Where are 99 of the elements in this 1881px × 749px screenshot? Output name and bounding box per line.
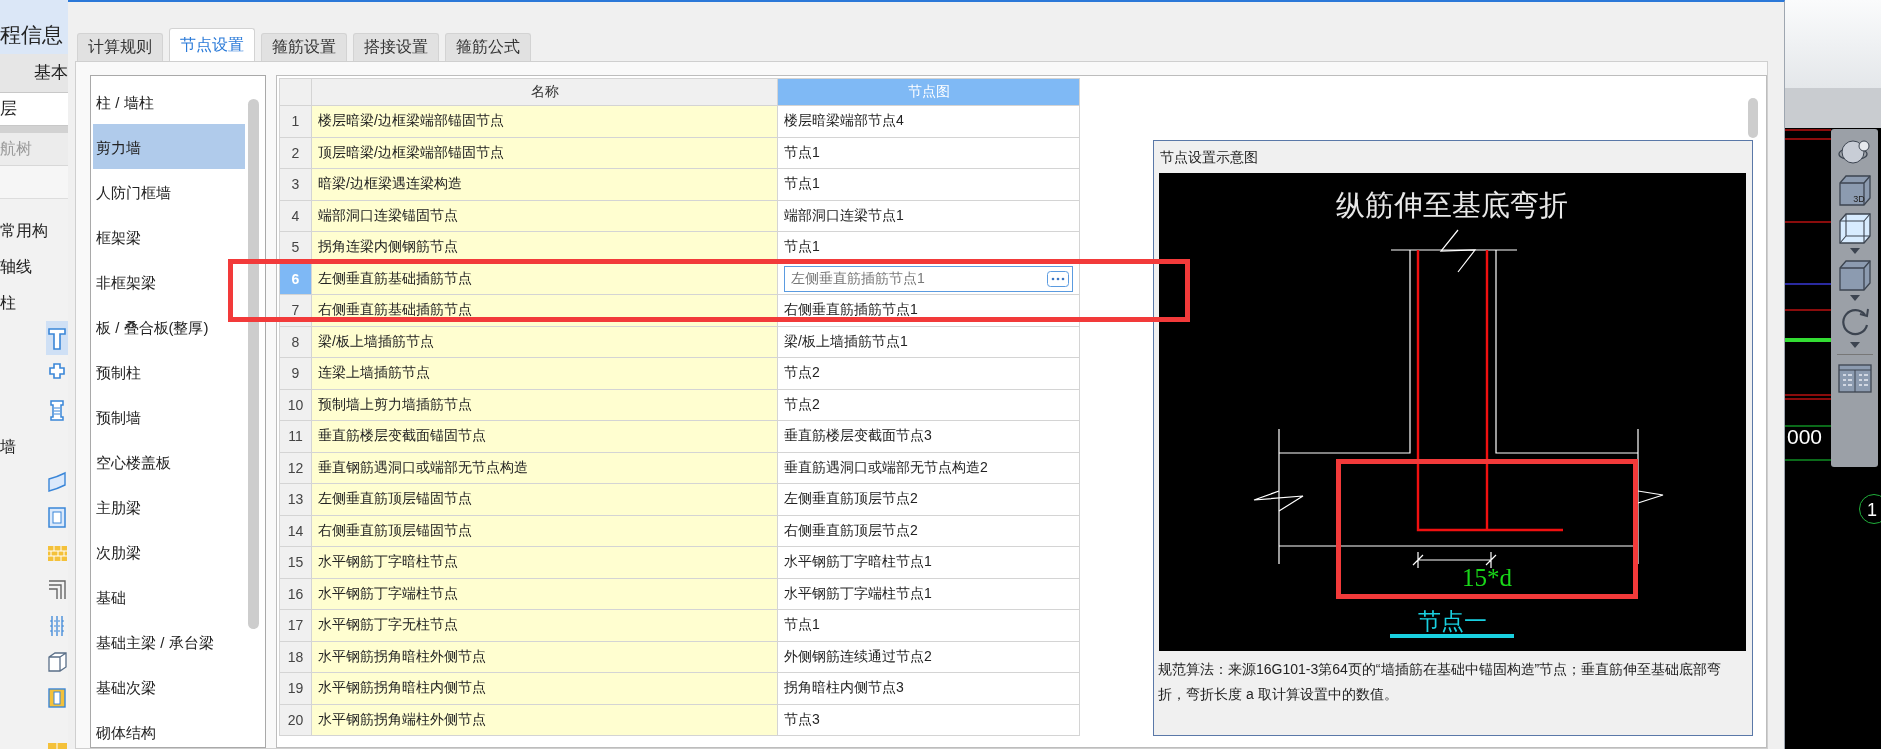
table-cell: 水平钢筋拐角暗柱内侧节点 [311, 672, 778, 704]
table-cell: 水平钢筋丁字端柱节点 [311, 578, 778, 610]
table-cell: 外侧钢筋连续通过节点2 [777, 641, 1080, 673]
caret-icon[interactable] [1849, 295, 1860, 301]
cube-icon[interactable]: 3D [1836, 173, 1873, 207]
table-cell: 左侧垂直筋顶层节点2 [777, 483, 1080, 515]
table-cell: 端部洞口连梁节点1 [777, 200, 1080, 232]
field-value: 左侧垂直筋插筋节点1 [791, 269, 925, 288]
scrollbar-thumb[interactable] [1748, 98, 1758, 138]
tree-item[interactable]: 轴线 [0, 249, 68, 285]
row-header[interactable]: 8 [279, 326, 312, 358]
table-cell: 水平钢筋丁字端柱节点1 [777, 578, 1080, 610]
t-shape-icon[interactable] [46, 321, 68, 355]
category-item[interactable]: 框架梁 [93, 214, 245, 259]
table-cell: 顶层暗梁/边框梁端部锚固节点 [311, 137, 778, 169]
table-cell: 右侧垂直筋顶层节点2 [777, 515, 1080, 547]
table-cell: 端部洞口连梁锚固节点 [311, 200, 778, 232]
category-item[interactable]: 剪力墙 [93, 124, 245, 169]
column-header[interactable]: 名称 [311, 78, 778, 106]
category-item[interactable]: 预制墙 [93, 394, 245, 439]
caret-icon[interactable] [1849, 248, 1860, 254]
category-item[interactable]: 基础 [93, 574, 245, 619]
table-cell: 拐角暗柱内侧节点3 [777, 672, 1080, 704]
tree-item[interactable]: 柱 [0, 285, 68, 321]
settings-tab[interactable]: 节点设置 [169, 28, 255, 61]
panel-title: 节点设置示意图 [1159, 148, 1259, 167]
category-item[interactable]: 基础主梁 / 承台梁 [93, 619, 245, 664]
floor-field[interactable]: 层 [0, 92, 68, 126]
elevation-label: 000 [1787, 425, 1823, 449]
table-cell: 梁/板上墙插筋节点1 [777, 326, 1080, 358]
row-header[interactable]: 19 [279, 672, 312, 704]
cube-icon[interactable] [1836, 258, 1873, 292]
node-select-field[interactable]: 左侧垂直筋插筋节点1 [784, 265, 1073, 292]
row-header[interactable]: 9 [279, 357, 312, 389]
table-cell: 连梁上墙插筋节点 [311, 357, 778, 389]
row-header[interactable]: 13 [279, 483, 312, 515]
row-header[interactable]: 15 [279, 546, 312, 578]
row-header[interactable]: 18 [279, 641, 312, 673]
table-cell: 垂直筋遇洞口或端部无节点构造2 [777, 452, 1080, 484]
settings-tab[interactable]: 计算规则 [77, 33, 163, 61]
category-item[interactable]: 砌体结构 [93, 709, 245, 747]
glass-cube-icon[interactable] [1836, 211, 1873, 245]
row-header[interactable]: 2 [279, 137, 312, 169]
table-cell: 节点3 [777, 704, 1080, 736]
table-cell: 垂直筋楼层变截面节点3 [777, 420, 1080, 452]
table-cell: 梁/板上墙插筋节点 [311, 326, 778, 358]
table-cell: 垂直筋楼层变截面锚固节点 [311, 420, 778, 452]
row-header[interactable]: 3 [279, 168, 312, 200]
node-caption: 节点一 [1417, 608, 1487, 634]
row-header[interactable]: 20 [279, 704, 312, 736]
table-cell: 楼层暗梁/边框梁端部锚固节点 [311, 105, 778, 137]
category-item[interactable]: 人防门框墙 [93, 169, 245, 214]
table-cell: 水平钢筋拐角暗柱外侧节点 [311, 641, 778, 673]
table-cell: 水平钢筋丁字暗柱节点1 [777, 546, 1080, 578]
scrollbar-thumb[interactable] [247, 99, 259, 629]
table-cell: 节点1 [777, 168, 1080, 200]
tree-item[interactable]: 墙 [0, 429, 68, 465]
row-header[interactable]: 11 [279, 420, 312, 452]
category-item[interactable]: 非框架梁 [93, 259, 245, 304]
category-item[interactable]: 主肋梁 [93, 484, 245, 529]
table-cell: 水平钢筋丁字无柱节点 [311, 609, 778, 641]
caret-icon[interactable] [1849, 342, 1860, 348]
drawing-heading: 纵筋伸至基底弯折 [1336, 188, 1568, 222]
row-header[interactable]: 14 [279, 515, 312, 547]
category-item[interactable]: 基础次梁 [93, 664, 245, 709]
table-cell: 预制墙上剪力墙插筋节点 [311, 389, 778, 421]
table-cell: 节点2 [777, 389, 1080, 421]
category-item[interactable]: 次肋梁 [93, 529, 245, 574]
rule-description: 规范算法：来源16G101-3第64页的“墙插筋在基础中锚固构造”节点；垂直筋伸至基础底部弯折，弯折长度 a 取计算设置中的数值。 [1157, 660, 1723, 704]
ellipsis-icon[interactable] [1047, 270, 1069, 287]
dimension-label: 15*d [1462, 564, 1512, 591]
table-cell: 节点1 [777, 137, 1080, 169]
table-cell: 水平钢筋拐角端柱外侧节点 [311, 704, 778, 736]
category-item[interactable]: 板 / 叠合板(整厚) [93, 304, 245, 349]
table-cell: 左侧垂直筋顶层锚固节点 [311, 483, 778, 515]
header-corner [279, 78, 312, 106]
table-cell: 节点2 [777, 357, 1080, 389]
row-header[interactable]: 16 [279, 578, 312, 610]
table-cell: 水平钢筋丁字暗柱节点 [311, 546, 778, 578]
table-cell: 暗梁/边框梁遇连梁构造 [311, 168, 778, 200]
settings-tab[interactable]: 搭接设置 [353, 33, 439, 61]
row-header[interactable]: 1 [279, 105, 312, 137]
row-header[interactable]: 12 [279, 452, 312, 484]
checklist-icon[interactable] [1836, 361, 1873, 395]
row-header[interactable]: 17 [279, 609, 312, 641]
settings-tab[interactable]: 箍筋公式 [445, 33, 531, 61]
category-item[interactable]: 预制柱 [93, 349, 245, 394]
table-cell: 右侧垂直筋顶层锚固节点 [311, 515, 778, 547]
tree-item[interactable]: 常用构 [0, 213, 68, 249]
row-header[interactable]: 10 [279, 389, 312, 421]
settings-tab[interactable]: 箍筋设置 [261, 33, 347, 61]
table-cell: 节点1 [777, 609, 1080, 641]
panel-title: 程信息 [0, 0, 68, 54]
table-cell: 垂直钢筋遇洞口或端部无节点构造 [311, 452, 778, 484]
category-item[interactable]: 柱 / 墙柱 [93, 79, 245, 124]
category-item[interactable]: 空心楼盖板 [93, 439, 245, 484]
table-cell: 左侧垂直筋基础插筋节点 [311, 263, 778, 295]
row-header[interactable]: 4 [279, 200, 312, 232]
table-cell: 楼层暗梁端部节点4 [777, 105, 1080, 137]
